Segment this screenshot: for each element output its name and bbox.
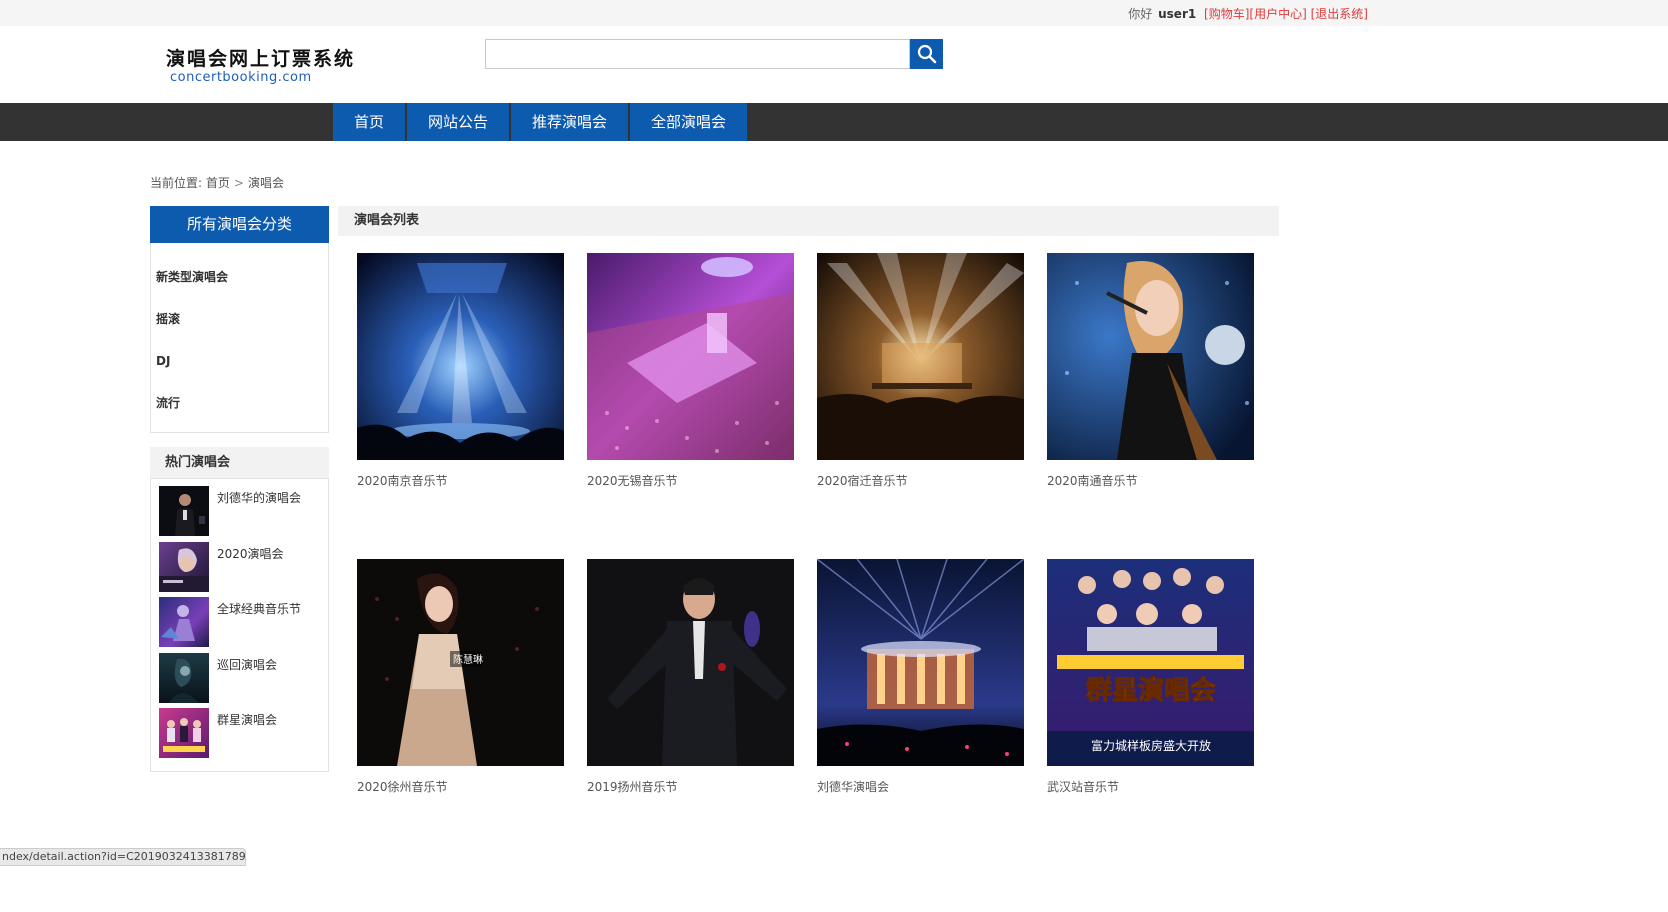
hot-item-thumbnail[interactable]: [159, 486, 209, 536]
category-list: 新类型演唱会 摇滚 DJ 流行: [150, 243, 329, 433]
search-input[interactable]: [485, 39, 910, 69]
search-button[interactable]: [910, 39, 943, 69]
nav-item-home[interactable]: 首页: [333, 103, 406, 141]
hot-item[interactable]: 刘德华的演唱会: [151, 486, 328, 542]
hot-item-title[interactable]: 2020演唱会: [217, 545, 284, 562]
hot-item-thumbnail[interactable]: [159, 652, 209, 703]
concert-card[interactable]: 刘德华演唱会: [817, 559, 1026, 795]
nav-item-recommended[interactable]: 推荐演唱会: [511, 103, 629, 141]
hot-item-thumbnail[interactable]: [159, 597, 209, 647]
hot-concerts-panel: 热门演唱会 刘德华的演唱会 2020演唱会 全球经典音乐节 巡回演唱会 群星演唱…: [150, 447, 329, 772]
nav-item-all-concerts[interactable]: 全部演唱会: [630, 103, 748, 141]
concert-title[interactable]: 2020无锡音乐节: [587, 472, 796, 489]
hot-item-title[interactable]: 刘德华的演唱会: [217, 489, 301, 506]
concert-card[interactable]: 2019扬州音乐节: [587, 559, 796, 795]
concert-title[interactable]: 2020徐州音乐节: [357, 778, 566, 795]
poster-title: 群星演唱会: [1085, 675, 1216, 706]
nav-item-announcements[interactable]: 网站公告: [407, 103, 510, 141]
concert-image[interactable]: [587, 559, 794, 766]
poster-subtitle: 富力城样板房盛大开放: [1091, 738, 1211, 753]
top-bar: 你好 user1 [购物车][用户中心] [退出系统]: [0, 0, 1668, 26]
hot-concerts-header: 热门演唱会: [150, 447, 329, 478]
concert-title[interactable]: 刘德华演唱会: [817, 778, 1026, 795]
concert-image[interactable]: [817, 253, 1024, 460]
hot-item-thumbnail[interactable]: [159, 708, 209, 758]
concert-image[interactable]: [357, 253, 564, 460]
hot-item-title[interactable]: 群星演唱会: [217, 711, 277, 728]
concert-card[interactable]: 群星演唱会 富力城样板房盛大开放 武汉站音乐节: [1047, 559, 1256, 795]
category-item-dj[interactable]: DJ: [151, 353, 328, 395]
concert-image[interactable]: 群星演唱会 富力城样板房盛大开放: [1047, 559, 1254, 766]
concert-title[interactable]: 2020宿迁音乐节: [817, 472, 1026, 489]
breadcrumb-separator: >: [233, 176, 244, 190]
category-panel: 所有演唱会分类 新类型演唱会 摇滚 DJ 流行: [150, 206, 329, 433]
search-bar: [485, 39, 943, 69]
hot-concerts-list: 刘德华的演唱会 2020演唱会 全球经典音乐节 巡回演唱会 群星演唱会: [150, 478, 329, 772]
logout-link[interactable]: [退出系统]: [1311, 7, 1368, 21]
hot-item-title[interactable]: 巡回演唱会: [217, 656, 277, 673]
browser-status-url: ndex/detail.action?id=C20190324133817899: [0, 848, 246, 866]
poster-name-caption: 陈慧琳: [453, 653, 483, 666]
username: user1: [1158, 7, 1197, 21]
hot-item[interactable]: 全球经典音乐节: [151, 597, 328, 653]
main-navbar: 首页 网站公告 推荐演唱会 全部演唱会: [0, 103, 1668, 141]
concert-card[interactable]: 陈慧琳 2020徐州音乐节: [357, 559, 566, 795]
concert-title[interactable]: 2020南京音乐节: [357, 472, 566, 489]
concert-image[interactable]: [817, 559, 1024, 766]
user-center-link[interactable]: [用户中心]: [1249, 7, 1306, 21]
breadcrumb-home[interactable]: 首页: [206, 176, 230, 190]
cart-link[interactable]: [购物车]: [1204, 7, 1249, 21]
concert-card[interactable]: 2020南京音乐节: [357, 253, 566, 489]
breadcrumb-current: 演唱会: [247, 176, 284, 190]
hot-item[interactable]: 2020演唱会: [151, 541, 328, 598]
category-item-new-type[interactable]: 新类型演唱会: [151, 269, 328, 311]
concert-image[interactable]: 陈慧琳: [357, 559, 564, 766]
breadcrumb-prefix: 当前位置:: [150, 176, 203, 190]
concert-title[interactable]: 2020南通音乐节: [1047, 472, 1256, 489]
category-item-pop[interactable]: 流行: [151, 395, 328, 437]
hot-item[interactable]: 巡回演唱会: [151, 652, 328, 709]
hot-item[interactable]: 群星演唱会: [151, 708, 328, 764]
search-icon: [917, 44, 936, 64]
concert-card[interactable]: 2020南通音乐节: [1047, 253, 1256, 489]
site-logo[interactable]: 演唱会网上订票系统 concertbooking.com: [166, 48, 356, 86]
concert-list-header: 演唱会列表: [338, 206, 1279, 236]
concert-card[interactable]: 2020无锡音乐节: [587, 253, 796, 489]
concert-image[interactable]: [587, 253, 794, 460]
logo-title: 演唱会网上订票系统: [166, 48, 356, 70]
concert-card[interactable]: 2020宿迁音乐节: [817, 253, 1026, 489]
breadcrumb: 当前位置: 首页 > 演唱会: [150, 174, 284, 191]
logo-domain: concertbooking.com: [170, 70, 312, 85]
hot-item-thumbnail[interactable]: [159, 541, 209, 592]
greeting-text: 你好: [1128, 7, 1153, 21]
hot-item-title[interactable]: 全球经典音乐节: [217, 600, 301, 617]
concert-title[interactable]: 武汉站音乐节: [1047, 778, 1256, 795]
nav-items: 首页 网站公告 推荐演唱会 全部演唱会: [333, 103, 749, 141]
concert-image[interactable]: [1047, 253, 1254, 460]
concert-title[interactable]: 2019扬州音乐节: [587, 778, 796, 795]
user-links: 你好 user1 [购物车][用户中心] [退出系统]: [1128, 5, 1368, 22]
category-header: 所有演唱会分类: [150, 206, 329, 243]
category-item-rock[interactable]: 摇滚: [151, 311, 328, 353]
